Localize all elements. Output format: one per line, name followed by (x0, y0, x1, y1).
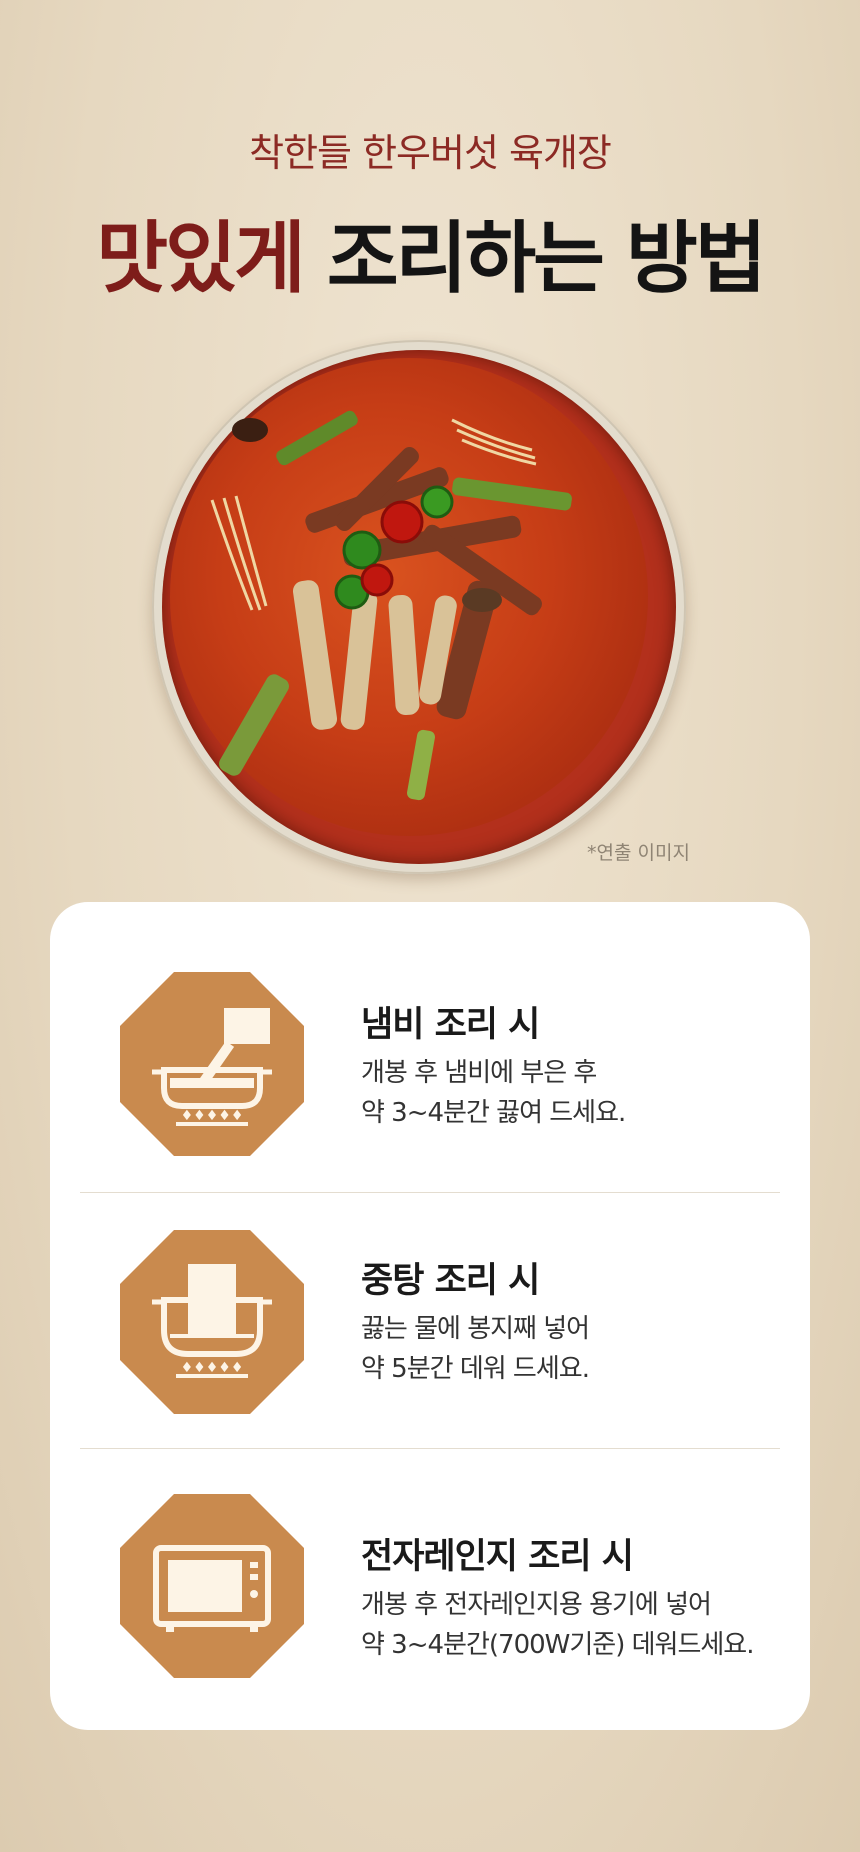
title-accent: 맛있게 (96, 213, 305, 304)
method-line-2: 약 3~4분간(700W기준) 데워드세요. (361, 1630, 754, 1660)
method-double-boil: ♦♦♦♦♦ 중탕 조리 시 끓는 물에 봉지째 넣어 약 5분간 데워 드세요. (50, 1158, 810, 1414)
image-caption: *연출 이미지 (587, 842, 690, 864)
svg-text:♦♦♦♦♦: ♦♦♦♦♦ (181, 1108, 244, 1124)
method-heading: 전자레인지 조리 시 (361, 1537, 634, 1577)
method-heading: 중탕 조리 시 (361, 1261, 540, 1301)
microwave-icon (120, 1494, 304, 1678)
cooking-methods-card: ♦♦♦♦♦ 냄비 조리 시 개봉 후 냄비에 부은 후 약 3~4분간 끓여 드… (50, 902, 810, 1730)
method-line-1: 개봉 후 전자레인지용 용기에 넣어 (361, 1590, 712, 1620)
method-line-1: 개봉 후 냄비에 부은 후 (361, 1058, 597, 1088)
method-heading: 냄비 조리 시 (361, 1005, 540, 1045)
title-rest: 조리하는 방법 (326, 214, 767, 304)
pot-on-stove-icon: ♦♦♦♦♦ (120, 972, 304, 1156)
svg-text:♦♦♦♦♦: ♦♦♦♦♦ (181, 1360, 244, 1376)
soup-ingredients-illustration (210, 410, 572, 801)
method-microwave: 전자레인지 조리 시 개봉 후 전자레인지용 용기에 넣어 약 3~4분간(70… (50, 1414, 810, 1678)
boiling-pouch-icon: ♦♦♦♦♦ (120, 1230, 304, 1414)
method-line-2: 약 5분간 데워 드세요. (361, 1354, 590, 1384)
soup-bowl-image (152, 340, 686, 874)
method-line-2: 약 3~4분간 끓여 드세요. (361, 1098, 626, 1128)
product-subtitle: 착한들 한우버섯 육개장 (249, 131, 612, 175)
method-pot: ♦♦♦♦♦ 냄비 조리 시 개봉 후 냄비에 부은 후 약 3~4분간 끓여 드… (50, 902, 810, 1158)
page-title: 맛있게 조리하는 방법 (0, 196, 860, 308)
method-line-1: 끓는 물에 봉지째 넣어 (361, 1314, 590, 1344)
